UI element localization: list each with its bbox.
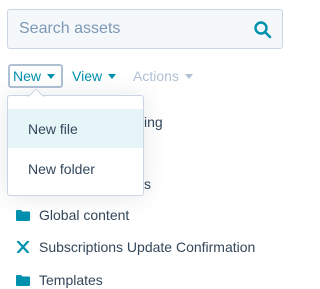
- tree-item-label: Global content: [39, 207, 130, 223]
- menu-item-label: New file: [28, 120, 78, 137]
- tree-item-label-fragment: s: [144, 176, 151, 192]
- search-icon[interactable]: [253, 20, 273, 40]
- x-file-icon: [16, 241, 30, 253]
- toolbar: New View Actions: [0, 64, 288, 88]
- actions-dropdown-button: Actions: [133, 64, 193, 88]
- folder-icon: [16, 275, 30, 286]
- view-button-label: View: [72, 68, 103, 84]
- tree-item-label: Templates: [39, 272, 103, 288]
- tree-item-global-content[interactable]: Global content: [16, 205, 129, 225]
- view-dropdown-button[interactable]: View: [72, 64, 117, 88]
- caret-down-icon: [47, 73, 56, 79]
- new-button-label: New: [13, 68, 42, 84]
- caret-down-icon: [184, 73, 193, 79]
- new-dropdown-menu: New file New folder: [7, 95, 144, 196]
- tree-item-subscriptions-update-confirmation[interactable]: Subscriptions Update Confirmation: [16, 237, 255, 257]
- folder-icon: [16, 210, 30, 221]
- tree-item-label-fragment: ing: [144, 114, 163, 130]
- search-box: [7, 9, 283, 49]
- dropdown-pointer: [28, 89, 44, 97]
- menu-item-new-folder[interactable]: New folder: [8, 149, 143, 188]
- actions-button-label: Actions: [133, 68, 179, 84]
- menu-item-label: New folder: [28, 160, 95, 177]
- new-dropdown-button[interactable]: New: [8, 64, 63, 88]
- caret-down-icon: [108, 73, 117, 79]
- tree-item-label: Subscriptions Update Confirmation: [39, 239, 256, 255]
- tree-item-templates[interactable]: Templates: [16, 270, 103, 289]
- menu-item-new-file[interactable]: New file: [8, 109, 143, 148]
- search-input[interactable]: [8, 10, 238, 48]
